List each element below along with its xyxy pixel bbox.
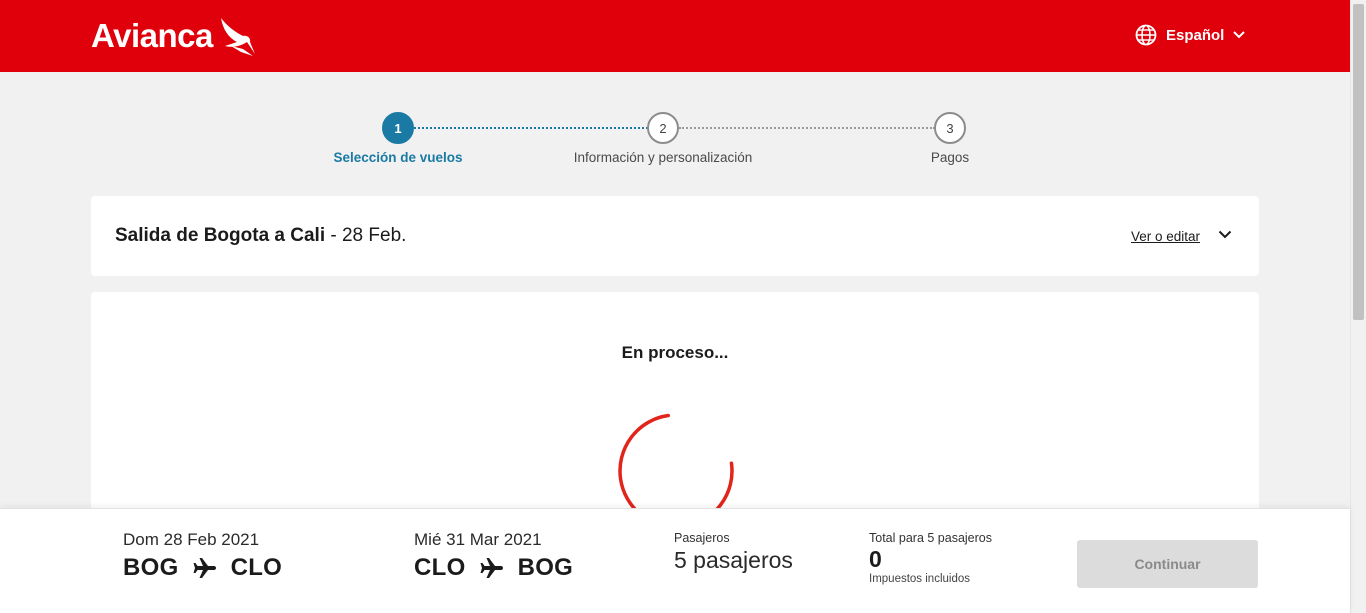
outbound-destination: CLO xyxy=(230,554,283,581)
step-connector-1 xyxy=(414,127,648,129)
view-edit-link[interactable]: Ver o editar xyxy=(1131,229,1200,244)
passengers-value: 5 pasajeros xyxy=(674,547,793,573)
page-scrollbar[interactable] xyxy=(1350,0,1366,613)
step-1-circle: 1 xyxy=(382,112,414,144)
step-3-label: Pagos xyxy=(930,150,970,165)
outbound-origin: BOG xyxy=(123,554,179,581)
chevron-down-icon[interactable] xyxy=(1218,230,1232,239)
avianca-logo[interactable]: Avianca xyxy=(91,14,257,58)
logo-text: Avianca xyxy=(91,17,213,54)
flight-summary-card: Salida de Bogota a Cali - 28 Feb. Ver o … xyxy=(91,196,1259,276)
return-segment: Mié 31 Mar 2021 CLO BOG xyxy=(414,530,573,582)
booking-summary-bar: Dom 28 Feb 2021 BOG CLO Mié 31 Mar 2021 … xyxy=(0,508,1350,613)
language-selector[interactable]: Español xyxy=(1135,24,1246,46)
avianca-bird-icon xyxy=(220,18,255,56)
loading-message: En proceso... xyxy=(621,343,729,362)
outbound-segment: Dom 28 Feb 2021 BOG CLO xyxy=(123,530,282,582)
taxes-note: Impuestos incluidos xyxy=(869,573,970,585)
outbound-date: Dom 28 Feb 2021 xyxy=(123,530,260,549)
language-label: Español xyxy=(1166,26,1225,44)
return-destination: BOG xyxy=(517,554,574,581)
flight-title-route: Salida de Bogota a Cali xyxy=(115,225,326,246)
booking-stepper: 1 2 3 Selección de vuelos Información y … xyxy=(0,112,1350,172)
scrollbar-thumb[interactable] xyxy=(1353,4,1364,320)
step-2-label: Información y personalización xyxy=(573,150,753,165)
airplane-icon xyxy=(480,558,503,578)
step-3-circle: 3 xyxy=(934,112,966,144)
step-2-circle: 2 xyxy=(647,112,679,144)
chevron-down-icon xyxy=(1233,31,1246,39)
outbound-route: BOG CLO xyxy=(123,554,282,582)
step-connector-2 xyxy=(679,127,935,129)
return-date: Mié 31 Mar 2021 xyxy=(414,530,542,549)
passengers-label: Pasajeros xyxy=(674,531,730,545)
site-header: Avianca Español xyxy=(0,0,1350,72)
step-1-label: Selección de vuelos xyxy=(333,150,463,165)
airplane-icon xyxy=(193,558,216,578)
flight-title: Salida de Bogota a Cali - 28 Feb. xyxy=(115,225,406,247)
passengers-summary: Pasajeros 5 pasajeros xyxy=(674,531,793,574)
total-value: 0 xyxy=(869,546,882,572)
continue-button[interactable]: Continuar xyxy=(1077,540,1258,588)
total-label: Total para 5 pasajeros xyxy=(869,531,992,545)
return-origin: CLO xyxy=(414,554,466,581)
return-route: CLO BOG xyxy=(414,554,573,582)
flight-title-date: - 28 Feb. xyxy=(325,225,407,246)
globe-icon xyxy=(1135,24,1157,46)
total-summary: Total para 5 pasajeros 0 Impuestos inclu… xyxy=(869,531,992,585)
